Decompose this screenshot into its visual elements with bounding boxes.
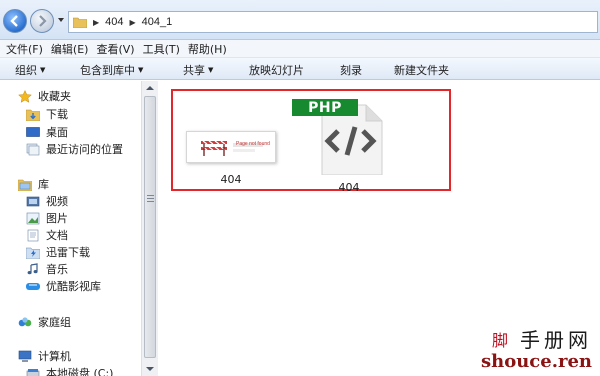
address-bar: ▶ 404 ▶ 404_1 (0, 0, 600, 40)
forward-button[interactable] (30, 9, 54, 33)
dropdown-arrow-icon: ▼ (208, 66, 214, 74)
scroll-down-arrow-icon[interactable] (145, 365, 155, 373)
image-thumbnail: Page not found (186, 131, 276, 163)
new-folder-button[interactable]: 新建文件夹 (394, 62, 449, 78)
nav-pane-scrollbar[interactable] (141, 81, 158, 376)
nav-item-computer[interactable]: 计算机 (18, 348, 71, 364)
nav-item-libraries[interactable]: 库 (18, 176, 49, 192)
share-label: 共享 (183, 64, 205, 77)
recent-pages-chevron-icon[interactable] (57, 16, 65, 24)
scroll-up-arrow-icon[interactable] (145, 84, 155, 92)
menu-bar: 文件(F) 编辑(E) 查看(V) 工具(T) 帮助(H) (0, 40, 600, 58)
nav-item-homegroup[interactable]: 家庭组 (18, 314, 71, 330)
php-file-icon: PHP (292, 99, 384, 176)
nav-label-computer: 计算机 (38, 350, 71, 363)
nav-item-xunlei[interactable]: 迅雷下载 (26, 244, 90, 260)
nav-item-favorites[interactable]: 收藏夹 (18, 88, 71, 104)
star-icon (18, 89, 32, 103)
nav-label-pictures: 图片 (46, 212, 68, 225)
file-item-404-image[interactable]: Page not found 404 (183, 131, 279, 186)
nav-item-music[interactable]: 音乐 (26, 261, 68, 277)
scroll-grip-icon (147, 195, 154, 202)
organize-button[interactable]: 组织 ▼ (15, 62, 45, 78)
hard-disk-icon (26, 368, 40, 376)
breadcrumb-404[interactable]: 404 (105, 16, 123, 28)
dropdown-arrow-icon: ▼ (40, 66, 46, 74)
xunlei-download-icon (26, 247, 40, 259)
burn-button[interactable]: 刻录 (340, 62, 362, 78)
nav-label-libraries: 库 (38, 178, 49, 191)
scroll-thumb[interactable] (144, 96, 156, 358)
nav-label-documents: 文档 (46, 229, 68, 242)
menu-file[interactable]: 文件(F) (4, 41, 49, 57)
nav-item-downloads[interactable]: 下载 (26, 106, 68, 122)
nav-item-recent[interactable]: 最近访问的位置 (26, 141, 123, 157)
documents-library-icon (27, 229, 39, 241)
forward-arrow-icon (39, 15, 47, 27)
nav-label-desktop: 桌面 (46, 126, 68, 139)
nav-label-recent: 最近访问的位置 (46, 143, 123, 156)
burn-label: 刻录 (340, 64, 362, 77)
menu-help[interactable]: 帮助(H) (186, 41, 233, 57)
include-library-label: 包含到库中 (80, 64, 135, 77)
library-icon (18, 179, 32, 191)
menu-edit[interactable]: 编辑(E) (49, 41, 95, 57)
nav-item-videos[interactable]: 视频 (26, 193, 68, 209)
watermark-title: 脚 手册网 (481, 324, 592, 353)
nav-label-videos: 视频 (46, 195, 68, 208)
php-badge: PHP (292, 99, 358, 116)
recent-places-icon (26, 143, 40, 155)
breadcrumb-separator-icon[interactable]: ▶ (130, 18, 136, 27)
address-path-box[interactable]: ▶ 404 ▶ 404_1 (68, 11, 598, 33)
downloads-folder-icon (26, 109, 40, 121)
menu-tools[interactable]: 工具(T) (141, 41, 186, 57)
nav-label-xunlei: 迅雷下载 (46, 246, 90, 259)
navigation-pane: 收藏夹 下载 桌面 最近访问的位置 库 视频 图片 文档 迅雷下载 音乐 优酷影… (0, 81, 158, 376)
youku-library-icon (26, 282, 40, 290)
nav-item-youku[interactable]: 优酷影视库 (26, 278, 101, 294)
watermark-url: shouce.ren (480, 351, 592, 372)
nav-label-homegroup: 家庭组 (38, 316, 71, 329)
new-folder-label: 新建文件夹 (394, 64, 449, 77)
video-library-icon (26, 196, 40, 206)
menu-view[interactable]: 查看(V) (94, 41, 140, 57)
music-library-icon (27, 262, 38, 274)
back-arrow-icon (10, 15, 18, 27)
command-toolbar: 组织 ▼ 包含到库中 ▼ 共享 ▼ 放映幻灯片 刻录 新建文件夹 (0, 58, 600, 80)
nav-label-music: 音乐 (46, 263, 68, 276)
homegroup-icon (18, 316, 32, 326)
folder-icon (73, 17, 87, 28)
breadcrumb-404-1[interactable]: 404_1 (142, 16, 173, 28)
nav-item-local-disk[interactable]: 本地磁盘 (C:) (26, 365, 113, 376)
watermark-line1: 手册网 (520, 328, 592, 352)
computer-icon (18, 350, 32, 362)
under-construction-barrier-icon (201, 140, 263, 156)
slideshow-button[interactable]: 放映幻灯片 (249, 62, 304, 78)
dropdown-arrow-icon: ▼ (138, 66, 144, 74)
thumbnail-caption: Page not found (236, 141, 270, 147)
organize-label: 组织 (15, 64, 37, 77)
file-name: 404 (220, 173, 242, 186)
pictures-library-icon (26, 212, 40, 224)
nav-item-documents[interactable]: 文档 (26, 227, 68, 243)
nav-label-downloads: 下载 (46, 108, 68, 121)
nav-label-favorites: 收藏夹 (38, 90, 71, 103)
include-in-library-button[interactable]: 包含到库中 ▼ (80, 62, 143, 78)
watermark: 脚 手册网 shouce.ren (481, 324, 592, 372)
nav-item-desktop[interactable]: 桌面 (26, 124, 68, 140)
file-item-404-php[interactable]: PHP 404 (292, 99, 389, 194)
slideshow-label: 放映幻灯片 (249, 64, 304, 77)
watermark-logo: 脚 (491, 330, 512, 350)
nav-item-pictures[interactable]: 图片 (26, 210, 68, 226)
back-button[interactable] (3, 9, 27, 33)
file-list-area: Page not found 404 PHP 404 脚 手册网 shouce.… (159, 81, 600, 376)
nav-label-local-disk: 本地磁盘 (C:) (46, 367, 114, 376)
desktop-icon (26, 126, 40, 137)
share-button[interactable]: 共享 ▼ (183, 62, 213, 78)
nav-label-youku: 优酷影视库 (46, 280, 101, 293)
file-name: 404 (338, 181, 360, 194)
breadcrumb-separator-icon[interactable]: ▶ (93, 18, 99, 27)
